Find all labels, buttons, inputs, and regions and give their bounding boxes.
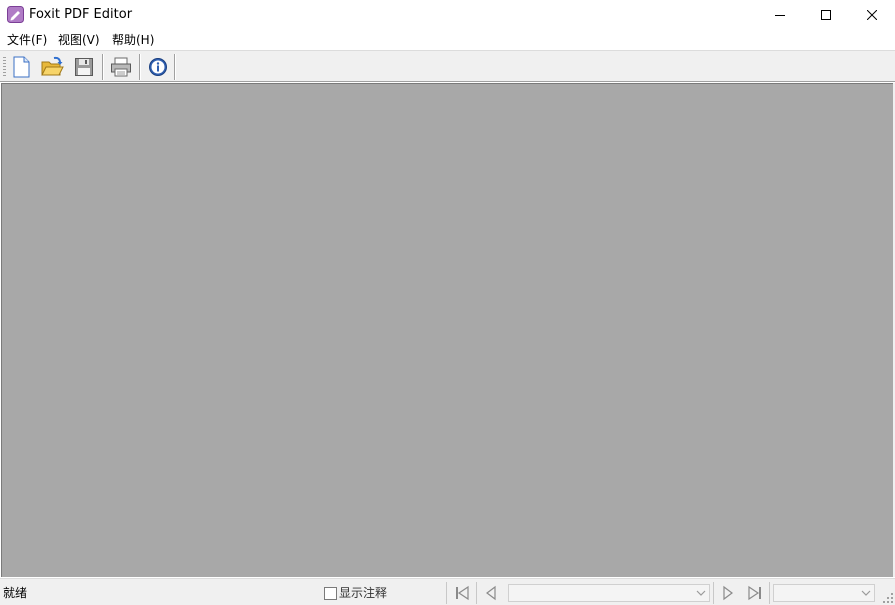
statusbar-separator: [476, 582, 477, 604]
show-annotations-checkbox[interactable]: [324, 587, 337, 600]
toolbar-separator: [102, 54, 103, 80]
previous-page-icon: [486, 585, 496, 601]
about-button[interactable]: [146, 55, 170, 79]
last-page-icon: [748, 585, 761, 601]
first-page-icon: [456, 585, 469, 601]
save-button[interactable]: [72, 55, 96, 79]
last-page-button[interactable]: [743, 582, 767, 604]
status-text: 就绪: [3, 586, 28, 600]
show-annotations-label[interactable]: 显示注释: [339, 585, 387, 601]
print-button[interactable]: [109, 55, 133, 79]
document-workspace[interactable]: [1, 83, 893, 577]
toolbar-separator: [174, 54, 175, 80]
save-disk-icon: [75, 58, 93, 76]
statusbar-separator: [769, 582, 770, 604]
maximize-icon: [821, 10, 831, 20]
open-folder-icon: [41, 56, 64, 76]
new-document-button[interactable]: [9, 55, 33, 79]
minimize-button[interactable]: [757, 0, 803, 30]
menu-file[interactable]: 文件(F): [7, 31, 47, 49]
close-icon: [867, 10, 877, 20]
toolbar-grip[interactable]: [3, 57, 6, 77]
chevron-down-icon: [696, 590, 706, 596]
first-page-button[interactable]: [450, 582, 474, 604]
toolbar: [0, 50, 895, 82]
page-number-combo[interactable]: [508, 584, 710, 602]
previous-page-button[interactable]: [479, 582, 503, 604]
statusbar-separator: [713, 582, 714, 604]
toolbar-separator: [139, 54, 140, 80]
info-icon: [149, 58, 167, 76]
close-button[interactable]: [849, 0, 895, 30]
menu-bar: 文件(F) 视图(V) 帮助(H): [0, 30, 895, 50]
foxit-app-icon: [7, 6, 24, 23]
title-bar: Foxit PDF Editor: [0, 0, 895, 30]
next-page-button[interactable]: [716, 582, 740, 604]
menu-view[interactable]: 视图(V): [58, 31, 100, 49]
new-document-icon: [13, 56, 30, 78]
status-bar: 就绪 显示注释: [0, 578, 895, 605]
statusbar-separator: [446, 582, 447, 604]
maximize-button[interactable]: [803, 0, 849, 30]
open-button[interactable]: [40, 55, 64, 79]
minimize-icon: [775, 15, 785, 16]
menu-help[interactable]: 帮助(H): [112, 31, 154, 49]
window-title: Foxit PDF Editor: [29, 7, 133, 22]
zoom-combo[interactable]: [773, 584, 875, 602]
next-page-icon: [723, 585, 733, 601]
print-icon: [111, 57, 131, 77]
resize-grip-icon[interactable]: [882, 592, 894, 604]
chevron-down-icon: [861, 590, 871, 596]
